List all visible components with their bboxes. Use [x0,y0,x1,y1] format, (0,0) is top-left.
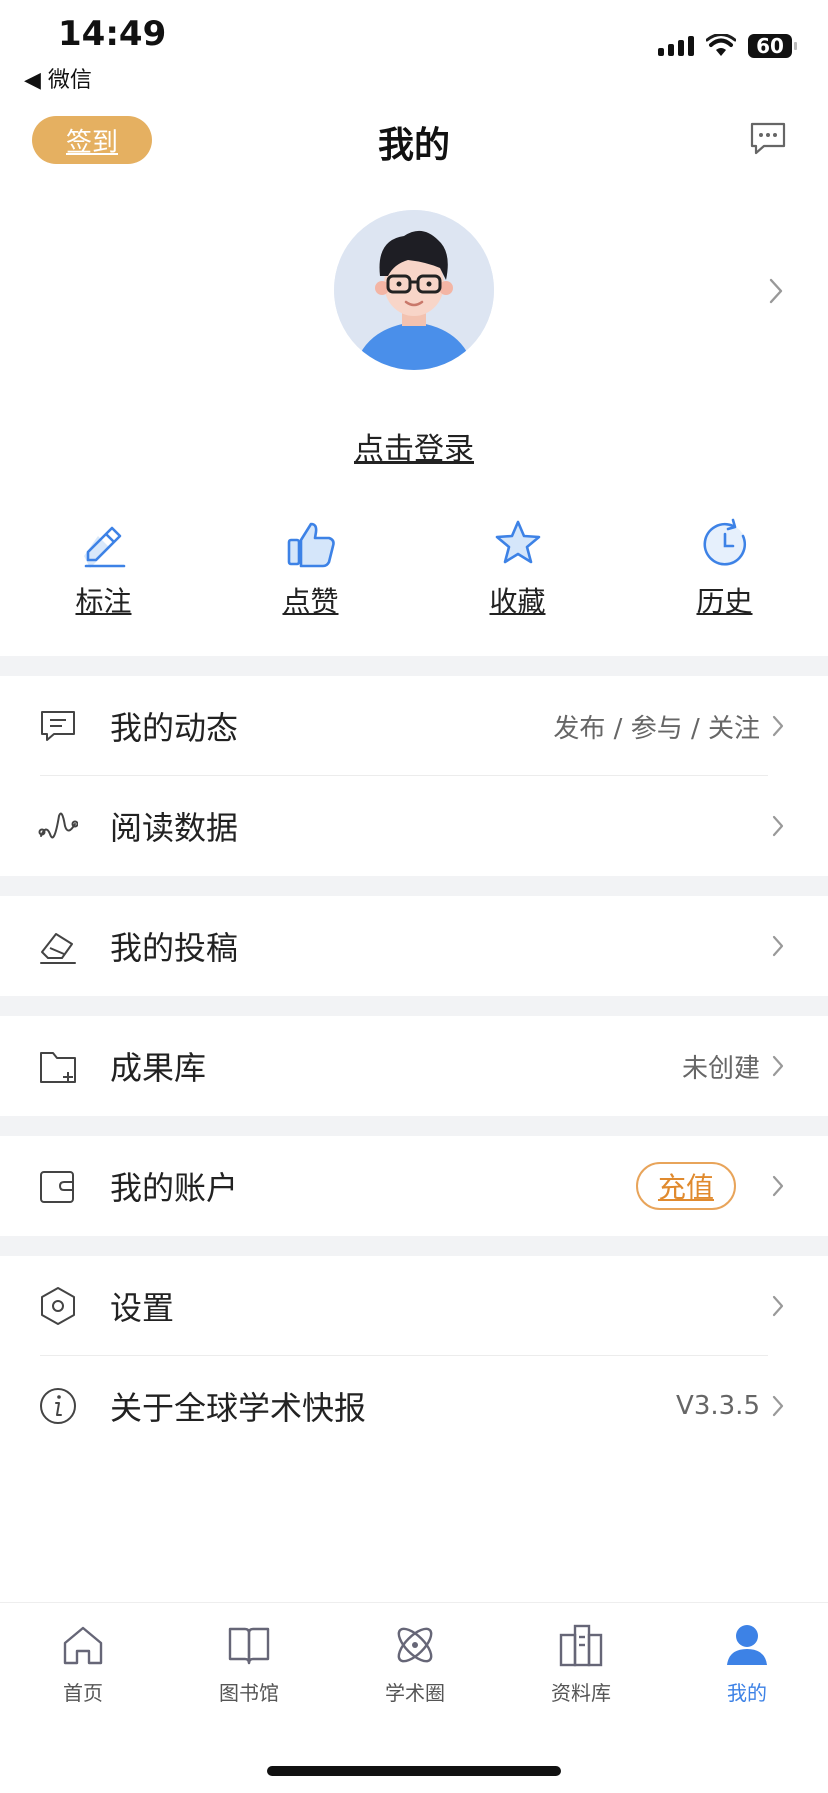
chevron-right-icon [772,1055,784,1077]
menu-settings[interactable]: 设置 [0,1256,828,1356]
section-separator [0,876,828,896]
quick-action-label: 标注 [75,585,132,618]
atom-icon [397,1627,433,1663]
status-icons: 60 [658,34,797,58]
page-title: 我的 [377,125,450,166]
cellular-signal-icon [658,36,694,56]
quick-action-favorites[interactable]: 收藏 [414,516,621,620]
menu-label: 成果库 [110,1049,207,1087]
archive-icon [559,1624,603,1667]
message-icon[interactable] [748,118,788,158]
menu-label: 关于全球学术快报 [110,1389,367,1427]
folder-add-icon [40,1052,76,1083]
menu-my-submissions[interactable]: 我的投稿 [0,896,828,996]
quick-action-label: 点赞 [282,585,339,618]
pencil-icon [83,526,125,568]
menu-about[interactable]: 关于全球学术快报 V3.3.5 [0,1356,828,1456]
thumbs-up-icon [287,522,335,568]
quick-action-history[interactable]: 历史 [621,516,828,620]
tab-library[interactable]: 图书馆 [166,1621,332,1706]
book-icon [228,1627,270,1665]
comment-icon [41,711,75,741]
chevron-right-icon [772,815,784,837]
info-icon [40,1388,76,1424]
tab-resources[interactable]: 资料库 [498,1621,664,1706]
recharge-button[interactable]: 充值 [636,1162,736,1210]
menu-value: 未创建 [681,1053,760,1084]
menu-label: 设置 [110,1289,175,1327]
menu-value: 发布 / 参与 / 关注 [553,713,760,744]
user-icon [727,1625,767,1665]
profile-chevron-icon[interactable] [766,276,786,306]
menu-my-activity[interactable]: 我的动态 发布 / 参与 / 关注 [0,676,828,776]
menu-my-account[interactable]: 我的账户 充值 [0,1136,828,1236]
tab-mine[interactable]: 我的 [664,1621,828,1706]
section-separator [0,996,828,1016]
wifi-icon [706,34,736,56]
tab-academic-circle[interactable]: 学术圈 [332,1621,498,1706]
home-indicator [267,1766,561,1776]
quick-action-annotations[interactable]: 标注 [0,516,207,620]
menu-label: 阅读数据 [110,809,239,847]
login-link[interactable]: 点击登录 [0,424,828,468]
avatar[interactable] [334,210,494,370]
menu-reading-data[interactable]: 阅读数据 [0,776,828,876]
settings-hexagon-icon [41,1287,75,1325]
star-icon [495,520,540,564]
avatar-illustration-icon [334,210,494,370]
quick-action-likes[interactable]: 点赞 [207,516,414,620]
chevron-right-icon [772,1175,784,1197]
home-icon [63,1626,103,1665]
menu-value: V3.3.5 [676,1391,760,1421]
tab-label: 图书馆 [219,1681,279,1705]
tab-label: 我的 [727,1681,767,1705]
chevron-right-icon [772,935,784,957]
line-chart-icon [38,812,78,839]
chevron-right-icon [772,1295,784,1317]
quick-action-label: 历史 [696,585,753,618]
tab-label: 首页 [63,1681,103,1705]
wallet-icon [40,1171,74,1203]
menu-label: 我的账户 [110,1169,239,1207]
chevron-right-icon [772,1395,784,1417]
back-to-wechat[interactable]: ◀ 微信 [24,62,92,94]
eraser-edit-icon [40,933,76,964]
chevron-right-icon [772,715,784,737]
battery-indicator: 60 [748,34,797,58]
quick-actions: 标注 点赞 收藏 历史 [0,516,828,620]
menu-label: 我的动态 [110,709,239,747]
bottom-tab-bar: 首页 图书馆 学术圈 资料库 我的 [0,1602,828,1793]
section-separator [0,1236,828,1256]
clock-icon [702,518,746,566]
tab-label: 资料库 [551,1681,611,1705]
section-separator [0,1116,828,1136]
tab-home[interactable]: 首页 [0,1621,166,1706]
tab-label: 学术圈 [385,1681,445,1705]
status-time: 14:49 [58,14,167,54]
section-separator [0,656,828,676]
menu-achievements[interactable]: 成果库 未创建 [0,1016,828,1116]
menu-label: 我的投稿 [110,929,239,967]
quick-action-label: 收藏 [489,585,546,618]
